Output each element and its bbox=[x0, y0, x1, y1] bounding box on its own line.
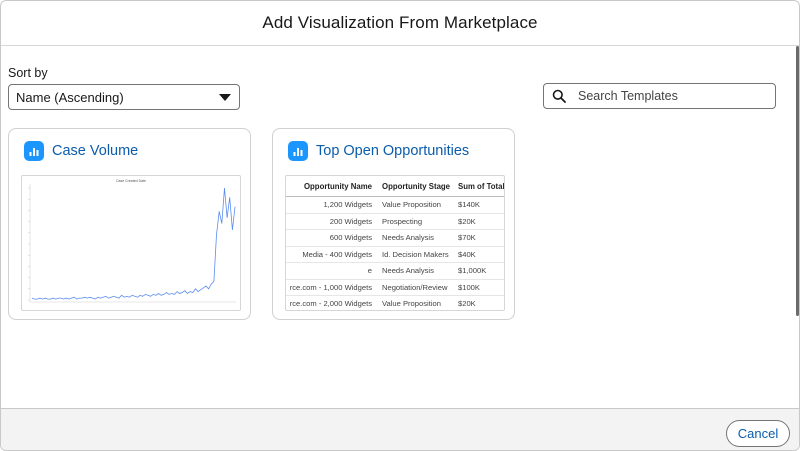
preview-table: Opportunity Name Opportunity Stage Sum o… bbox=[286, 176, 505, 310]
table-cell: $70K bbox=[458, 233, 476, 243]
table-cell: Prospecting bbox=[382, 216, 423, 226]
table-cell: Needs Analysis bbox=[382, 233, 434, 243]
sort-select[interactable]: Name (Ascending) bbox=[8, 84, 240, 110]
table-header: Opportunity Name Opportunity Stage Sum o… bbox=[286, 176, 505, 197]
bar-chart-icon bbox=[288, 141, 308, 161]
table-cell: 1,200 Widgets bbox=[323, 200, 372, 210]
sort-select-value: Name (Ascending) bbox=[16, 89, 124, 105]
modal-body: Sort by Name (Ascending) Search Template… bbox=[1, 46, 799, 408]
table-cell: 200 Widgets bbox=[329, 216, 372, 226]
table-cell: Value Proposition bbox=[382, 299, 441, 309]
table-row: 600 Widgets Needs Analysis $70K bbox=[286, 230, 504, 247]
table-cell: e bbox=[367, 266, 372, 276]
modal-header: Add Visualization From Marketplace bbox=[1, 1, 799, 46]
bar-chart-icon bbox=[24, 141, 44, 161]
table-row: Media - 400 Widgets Id. Decision Makers … bbox=[286, 247, 504, 263]
template-card-top-open-opportunities[interactable]: Top Open Opportunities Opportunity Name … bbox=[272, 128, 515, 320]
table-cell: rce.com - 2,000 Widgets bbox=[289, 299, 372, 309]
table-row: e Needs Analysis $1,000K bbox=[286, 263, 504, 280]
table-cell: $1,000K bbox=[458, 266, 487, 276]
card-preview-chart: Case Created Date bbox=[21, 175, 241, 311]
table-cell: Value Proposition bbox=[382, 200, 441, 210]
search-input[interactable]: Search Templates bbox=[543, 83, 776, 109]
cancel-button[interactable]: Cancel bbox=[726, 420, 790, 447]
table-cell: Needs Analysis bbox=[382, 266, 434, 276]
column-header: Sum of Total A bbox=[458, 181, 505, 191]
scrollbar[interactable] bbox=[796, 46, 799, 316]
line-series bbox=[31, 187, 236, 300]
table-cell: Negotiation/Review bbox=[382, 282, 448, 292]
table-cell: rce.com - 1,000 Widgets bbox=[289, 282, 372, 292]
card-preview-table: Opportunity Name Opportunity Stage Sum o… bbox=[285, 175, 505, 311]
search-placeholder: Search Templates bbox=[578, 89, 678, 103]
column-header: Opportunity Name bbox=[303, 181, 372, 191]
chart-title: Case Created Date bbox=[116, 179, 146, 183]
table-row: rce.com - 2,000 Widgets Value Propositio… bbox=[286, 296, 504, 310]
table-cell: $20K bbox=[458, 216, 476, 226]
table-row: rce.com - 1,000 Widgets Negotiation/Revi… bbox=[286, 280, 504, 296]
search-icon bbox=[552, 89, 566, 103]
line-chart: Case Created Date bbox=[28, 179, 236, 303]
table-cell: $140K bbox=[458, 200, 480, 210]
card-title: Case Volume bbox=[52, 143, 139, 159]
modal-footer: Cancel bbox=[1, 408, 799, 450]
table-cell: $20K bbox=[458, 299, 476, 309]
caret-down-icon bbox=[219, 94, 231, 101]
table-cell: 600 Widgets bbox=[329, 233, 372, 243]
column-header: Opportunity Stage bbox=[382, 181, 451, 191]
table-cell: $40K bbox=[458, 249, 476, 259]
modal: Add Visualization From Marketplace Sort … bbox=[0, 0, 800, 451]
table-cell: Id. Decision Makers bbox=[382, 249, 449, 259]
table-cell: Media - 400 Widgets bbox=[302, 249, 372, 259]
card-title: Top Open Opportunities bbox=[316, 143, 470, 159]
sort-label: Sort by bbox=[8, 66, 48, 80]
modal-title: Add Visualization From Marketplace bbox=[262, 13, 538, 32]
template-card-case-volume[interactable]: Case Volume Case Created Date bbox=[8, 128, 251, 320]
table-cell: $100K bbox=[458, 282, 480, 292]
table-row: 1,200 Widgets Value Proposition $140K bbox=[286, 197, 504, 214]
table-row: 200 Widgets Prospecting $20K bbox=[286, 214, 504, 230]
